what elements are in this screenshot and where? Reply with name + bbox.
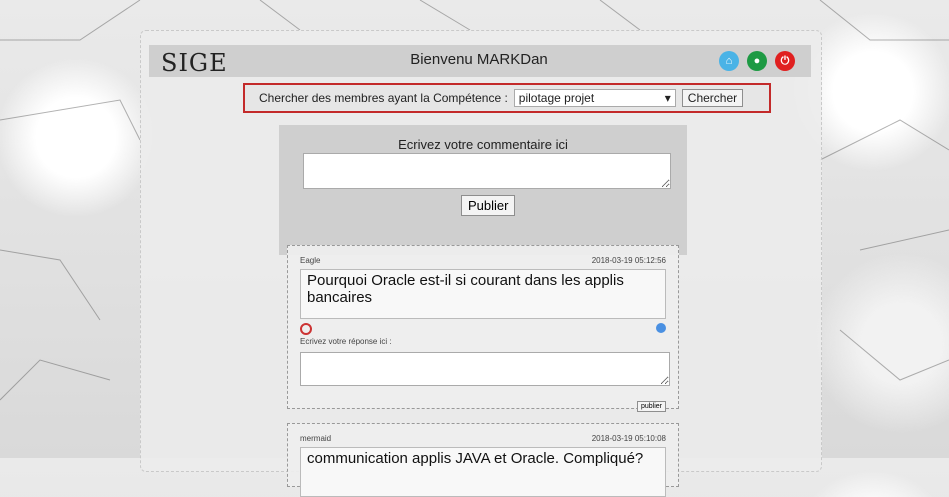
composer-label: Ecrivez votre commentaire ici <box>398 137 568 152</box>
skill-select-value: pilotage projet <box>518 91 595 105</box>
post-actions <box>300 323 666 335</box>
header-icons: ⌂ ● ⏻ <box>719 51 795 71</box>
search-label: Chercher des membres ayant la Compétence… <box>259 91 508 105</box>
comment-composer: Ecrivez votre commentaire ici Publier <box>279 125 687 255</box>
reply-publish-button[interactable]: publier <box>636 401 666 412</box>
thumbs-up-icon[interactable] <box>656 323 666 333</box>
post-author: Eagle <box>300 256 321 265</box>
comment-textarea[interactable] <box>303 153 671 189</box>
post-timestamp: 2018-03-19 05:12:56 <box>591 256 666 265</box>
heart-icon[interactable] <box>300 323 312 335</box>
post-timestamp: 2018-03-19 05:10:08 <box>591 434 666 443</box>
post-card: Eagle 2018-03-19 05:12:56 Pourquoi Oracl… <box>287 245 679 412</box>
user-icon[interactable]: ● <box>747 51 767 71</box>
post-question: Pourquoi Oracle est-il si courant dans l… <box>300 269 666 319</box>
post-card: mermaid 2018-03-19 05:10:08 communicatio… <box>287 423 679 497</box>
home-icon[interactable]: ⌂ <box>719 51 739 71</box>
post-question: communication applis JAVA et Oracle. Com… <box>300 447 666 497</box>
post-meta: mermaid 2018-03-19 05:10:08 <box>300 434 666 443</box>
member-search-bar: Chercher des membres ayant la Compétence… <box>243 83 771 113</box>
post-author: mermaid <box>300 434 332 443</box>
chevron-down-icon: ▾ <box>664 91 671 105</box>
post-meta: Eagle 2018-03-19 05:12:56 <box>300 256 666 265</box>
reply-label: Ecrivez votre réponse ici : <box>300 337 392 346</box>
skill-select[interactable]: pilotage projet ▾ <box>513 89 676 107</box>
search-button[interactable]: Chercher <box>681 89 744 107</box>
reply-textarea[interactable] <box>300 352 670 386</box>
publish-button[interactable]: Publier <box>461 195 516 216</box>
logo: SIGE <box>161 49 228 77</box>
welcome-text: Bienvenu MARKDan <box>410 51 548 68</box>
power-icon[interactable]: ⏻ <box>775 51 795 71</box>
top-bar: SIGE Bienvenu MARKDan ⌂ ● ⏻ <box>149 45 811 77</box>
main-panel: SIGE Bienvenu MARKDan ⌂ ● ⏻ Chercher des… <box>140 30 822 497</box>
